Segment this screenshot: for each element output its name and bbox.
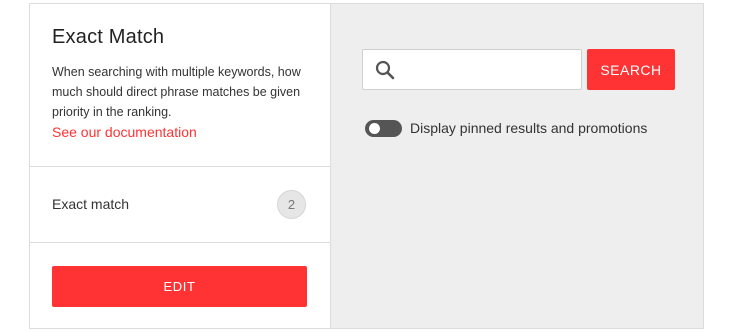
setting-label: Exact match [52,196,130,212]
search-icon [375,60,395,80]
search-button[interactable]: SEARCH [587,49,675,90]
divider [30,242,330,243]
panel-description: When searching with multiple keywords, h… [52,65,301,119]
setting-value-badge: 2 [277,190,306,219]
pinned-results-toggle-label: Display pinned results and promotions [410,120,648,136]
divider [30,166,330,167]
documentation-link[interactable]: See our documentation [52,124,197,140]
panel-title: Exact Match [52,26,165,48]
search-input[interactable] [403,50,579,91]
pinned-results-toggle[interactable] [365,120,402,137]
search-box[interactable] [362,49,582,91]
exact-match-card: Exact Match When searching with multiple… [29,3,704,329]
edit-button[interactable]: EDIT [52,266,307,307]
preview-panel: SEARCH Display pinned results and promot… [331,4,703,328]
settings-panel: Exact Match When searching with multiple… [30,4,331,328]
toggle-knob [369,123,380,134]
